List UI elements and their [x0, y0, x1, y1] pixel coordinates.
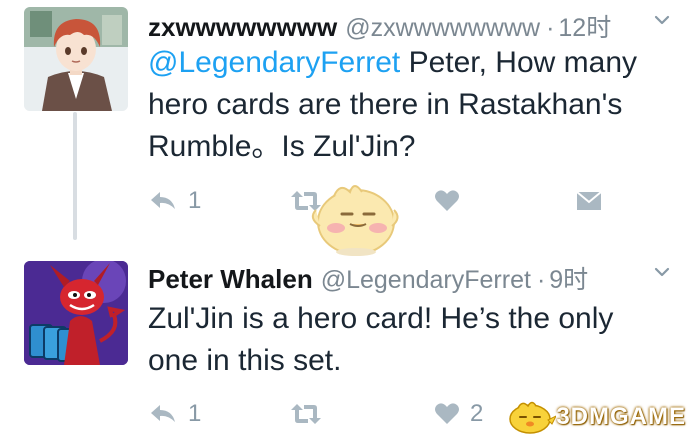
thread-line	[73, 112, 77, 240]
tweet-text: @LegendaryFerret Peter, How many hero ca…	[148, 42, 668, 168]
tweet-text-line: one in this set.	[148, 344, 342, 377]
tweet-header: zxwwwwwwww @zxwwwwwwww · 12时	[148, 8, 680, 42]
tweet-text-segment: Peter, How many	[400, 46, 638, 79]
tweet-header: Peter Whalen @LegendaryFerret · 9时	[148, 260, 680, 294]
avatar[interactable]	[24, 7, 128, 111]
user-handle[interactable]: @zxwwwwwwww	[345, 14, 540, 42]
chick-sticker	[311, 185, 399, 256]
reply-button[interactable]: 1	[148, 398, 201, 430]
separator-dot: ·	[536, 266, 546, 294]
tweet-text: Zul'Jin is a hero card! He’s the only on…	[148, 298, 668, 382]
chevron-down-icon[interactable]	[654, 12, 670, 28]
reply-icon	[151, 192, 175, 209]
reply-icon	[151, 405, 175, 422]
reply-count: 1	[188, 400, 202, 427]
like-button[interactable]: 2	[434, 398, 483, 430]
tweet-text-line: Rumble。Is Zul'Jin?	[148, 130, 416, 163]
envelope-icon	[576, 191, 602, 210]
retweet-icon	[291, 404, 321, 424]
display-name[interactable]: Peter Whalen	[148, 264, 313, 294]
tweet-1: zxwwwwwwww @zxwwwwwwww · 12时 @LegendaryFerr…	[0, 0, 700, 256]
reply-count: 1	[188, 187, 202, 214]
timestamp[interactable]: 12时	[558, 14, 611, 42]
tweet-2: Peter Whalen @LegendaryFerret · 9时 Zul'Jin …	[0, 250, 700, 440]
watermark-text: 3DMGAME	[556, 403, 686, 430]
chevron-down-icon[interactable]	[654, 264, 670, 280]
display-name[interactable]: zxwwwwwwww	[148, 12, 337, 42]
avatar-image-anime-boy	[24, 7, 128, 111]
avatar[interactable]	[24, 261, 128, 365]
reply-button[interactable]: 1	[148, 185, 201, 217]
user-handle[interactable]: @LegendaryFerret	[321, 266, 531, 294]
avatar-image-red-imp	[24, 261, 128, 365]
heart-icon	[435, 190, 459, 211]
like-count: 2	[470, 400, 484, 427]
like-button[interactable]	[434, 185, 470, 217]
dm-button[interactable]	[576, 185, 602, 217]
timestamp[interactable]: 9时	[549, 266, 588, 294]
heart-icon	[435, 403, 459, 424]
separator-dot: ·	[546, 14, 555, 42]
tweet-text-line: @LegendaryFerret Peter, How many	[148, 42, 668, 84]
mention-link[interactable]: @LegendaryFerret	[148, 46, 400, 79]
tweet-text-line: hero cards are there in Rastakhan's	[148, 88, 623, 121]
chick-mascot-icon	[509, 401, 557, 434]
retweet-button[interactable]	[290, 398, 332, 430]
tweet-text-line: Zul'Jin is a hero card! He’s the only	[148, 302, 614, 335]
watermark: 3DMGAME	[506, 400, 686, 434]
